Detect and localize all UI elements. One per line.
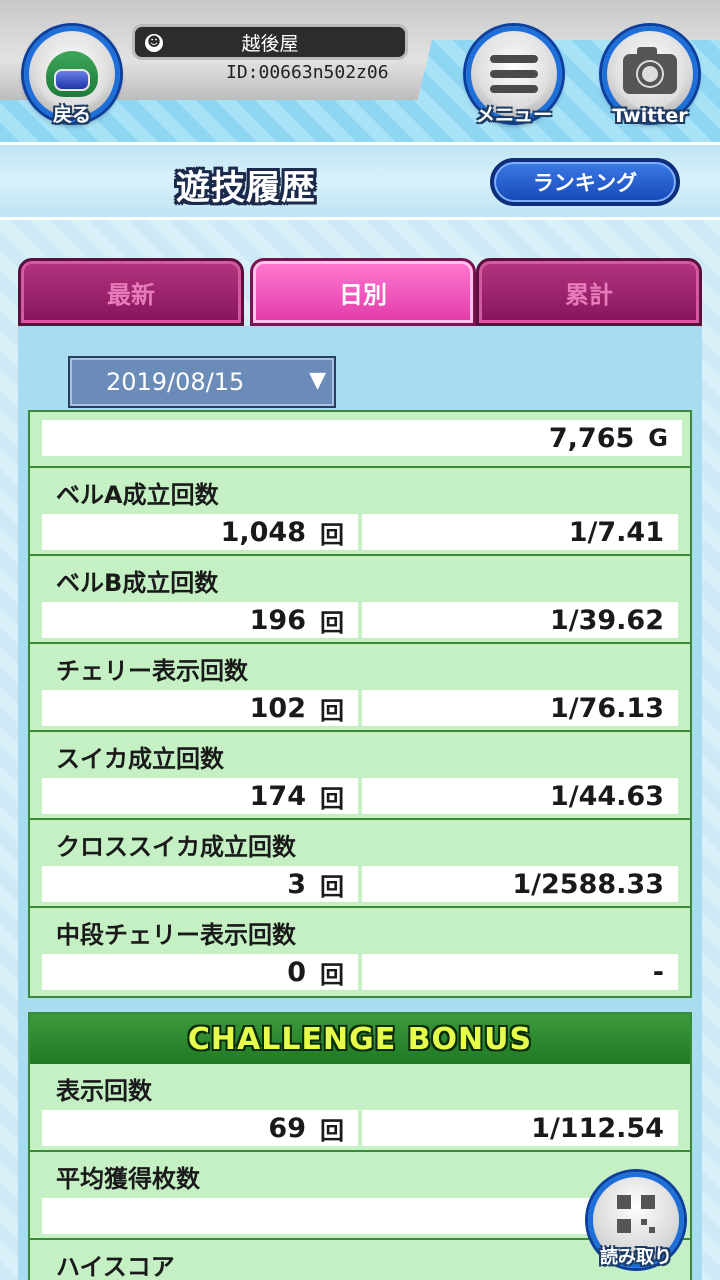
twitter-button[interactable]: Twitter: [602, 26, 698, 127]
camera-icon: [615, 39, 685, 109]
stat-row: スイカ成立回数 174 回 1/44.63: [30, 732, 690, 820]
stat-count: 102: [249, 692, 306, 724]
stat-ratio: 1/76.13: [362, 690, 678, 726]
stat-unit: 回: [320, 608, 344, 637]
stat-label: 中段チェリー表示回数: [56, 921, 296, 949]
stat-ratio: 1/44.63: [362, 778, 678, 814]
chevron-down-icon: ▼: [309, 368, 326, 393]
stat-count-cell: 196 回: [42, 602, 358, 638]
stat-unit: 回: [320, 1116, 344, 1145]
tab-bar: 最新 日別 累計: [18, 258, 702, 326]
stat-row: チェリー表示回数 102 回 1/76.13: [30, 644, 690, 732]
tab-total[interactable]: 累計: [476, 258, 702, 326]
stat-ratio: 1/2588.33: [362, 866, 678, 902]
date-select-value: 2019/08/15: [106, 368, 245, 396]
qr-read-label: 読み取り: [600, 1247, 672, 1268]
stat-unit: 回: [320, 960, 344, 989]
total-games-unit: G: [648, 424, 668, 452]
stat-row: ベルA成立回数 1,048 回 1/7.41: [30, 468, 690, 556]
stat-ratio: 1/7.41: [362, 514, 678, 550]
stat-label: チェリー表示回数: [56, 657, 248, 685]
back-label: 戻る: [52, 104, 91, 126]
stat-value: 10: [42, 1198, 678, 1234]
helmet-icon: [37, 39, 107, 109]
stat-row: ベルB成立回数 196 回 1/39.62: [30, 556, 690, 644]
qr-read-button[interactable]: 読み取り: [588, 1172, 684, 1268]
user-id: ID:00663n502z06: [226, 62, 389, 83]
menu-button[interactable]: メニュー: [466, 26, 562, 126]
user-name: 越後屋: [241, 32, 299, 55]
stat-ratio: -: [362, 954, 678, 990]
page-title: 遊技履歴: [176, 168, 316, 208]
stat-count: 1,048: [220, 516, 306, 548]
stat-unit: 回: [320, 784, 344, 813]
stat-label: 平均獲得枚数: [56, 1165, 200, 1193]
stat-unit: 回: [320, 872, 344, 901]
stat-count-cell: 102 回: [42, 690, 358, 726]
total-games-cell: 7,765 G: [42, 420, 682, 456]
smiley-icon: ☻: [145, 34, 163, 52]
stat-count: 196: [249, 604, 306, 636]
qr-code-icon: [617, 1195, 655, 1233]
stat-count-cell: 1,048 回: [42, 514, 358, 550]
user-name-box: ☻ 越後屋: [132, 24, 408, 60]
stat-label: クロススイカ成立回数: [56, 833, 296, 861]
tab-latest[interactable]: 最新: [18, 258, 244, 326]
ranking-button[interactable]: ランキング: [490, 158, 680, 206]
stat-ratio: 1/112.54: [362, 1110, 678, 1146]
stat-ratio: 1/39.62: [362, 602, 678, 638]
stat-label: ベルA成立回数: [56, 481, 219, 509]
stat-count: 3: [287, 868, 306, 900]
stat-label: 表示回数: [56, 1077, 152, 1105]
stat-label: スイカ成立回数: [56, 745, 224, 773]
stat-count: 174: [249, 780, 306, 812]
stat-count: 0: [287, 956, 306, 988]
back-button[interactable]: 戻る: [24, 26, 120, 126]
stat-count-cell: 3 回: [42, 866, 358, 902]
stat-unit: 回: [320, 520, 344, 549]
stat-unit: 回: [320, 696, 344, 725]
stat-count-cell: 69 回: [42, 1110, 358, 1146]
total-games-row: 7,765 G: [30, 412, 690, 468]
stat-row: 中段チェリー表示回数 0 回 -: [30, 908, 690, 996]
stat-label: ベルB成立回数: [56, 569, 219, 597]
date-select[interactable]: 2019/08/15 ▼: [68, 356, 336, 408]
stat-count-cell: 0 回: [42, 954, 358, 990]
challenge-bonus-header: CHALLENGE BONUS: [30, 1014, 690, 1064]
stat-count-cell: 174 回: [42, 778, 358, 814]
stat-row: 表示回数 69 回 1/112.54: [30, 1064, 690, 1152]
stats-table: 7,765 G ベルA成立回数 1,048 回 1/7.41 ベルB成立回数 1…: [28, 410, 692, 998]
tab-daily[interactable]: 日別: [250, 258, 476, 326]
stat-row: クロススイカ成立回数 3 回 1/2588.33: [30, 820, 690, 908]
twitter-label: Twitter: [612, 105, 688, 127]
menu-icon: [479, 39, 549, 109]
total-games-value: 7,765: [548, 422, 635, 454]
menu-label: メニュー: [475, 104, 552, 126]
stat-count: 69: [268, 1112, 306, 1144]
